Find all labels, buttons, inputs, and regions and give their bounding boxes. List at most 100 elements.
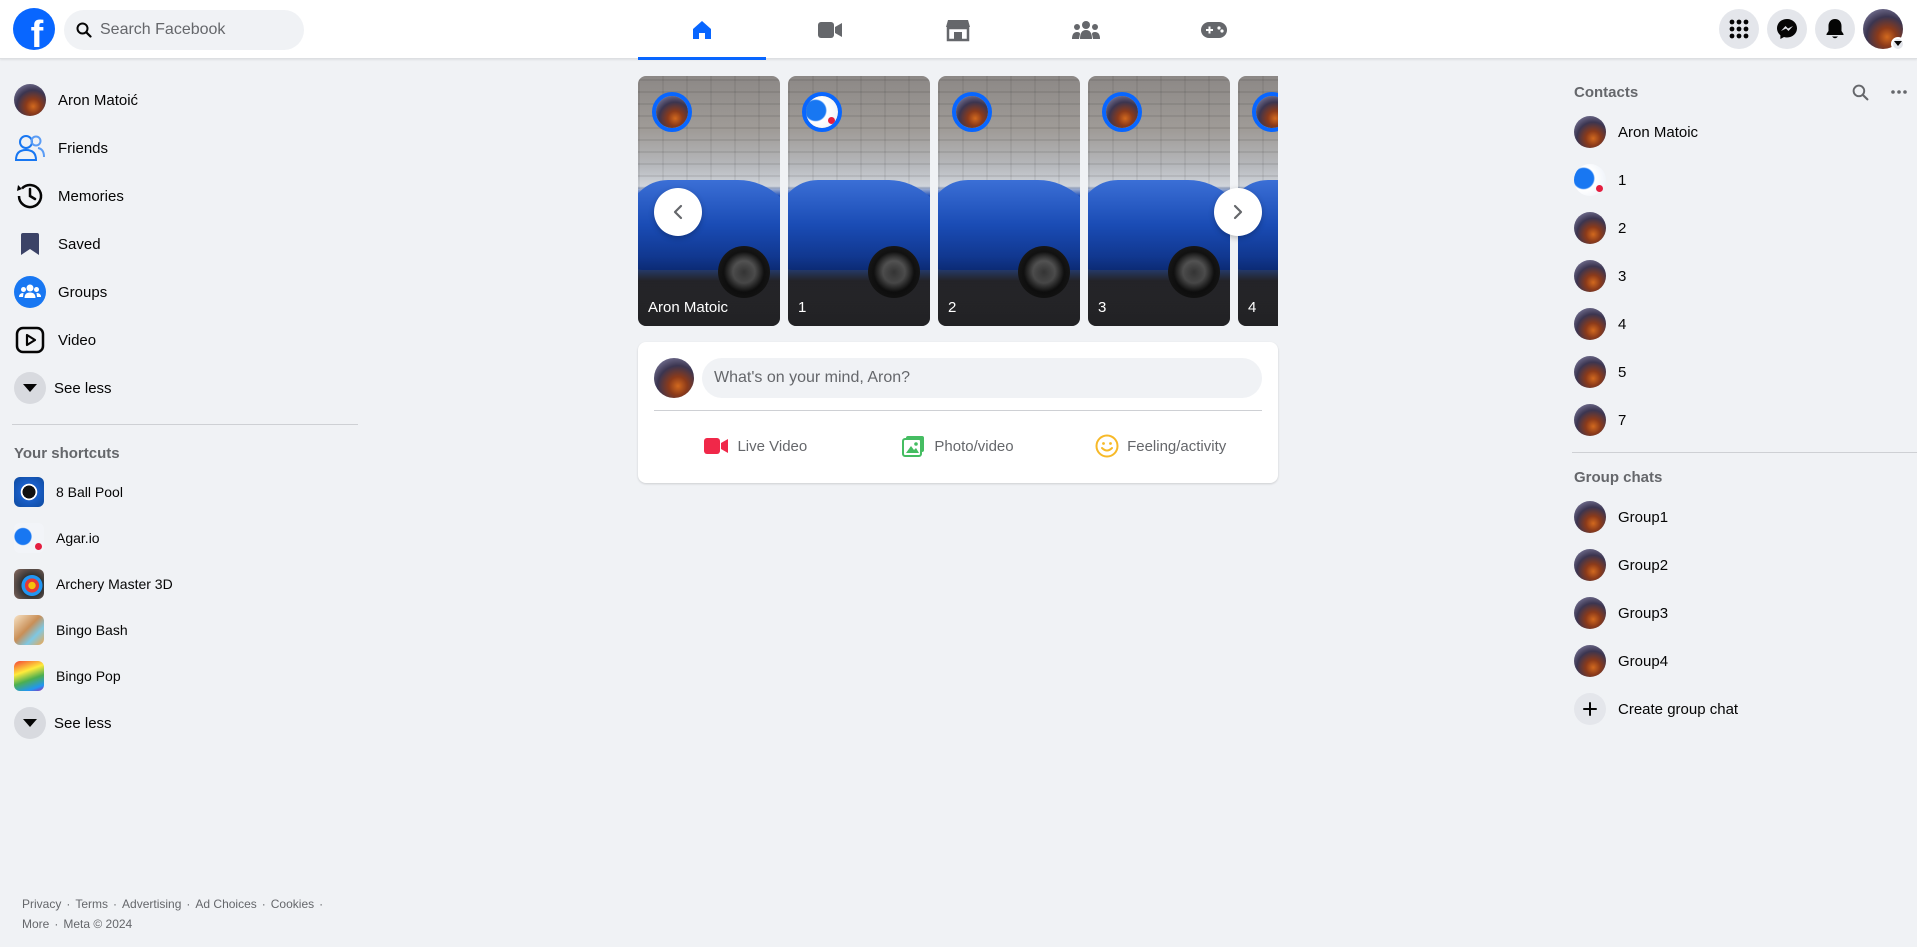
contact-name: 5 <box>1618 363 1627 381</box>
story-card[interactable]: 1 <box>788 76 930 326</box>
facebook-logo[interactable]: f <box>13 8 55 50</box>
footer-link-advertising[interactable]: Advertising <box>122 897 181 911</box>
contacts-title: Contacts <box>1574 83 1639 101</box>
footer-link-cookies[interactable]: Cookies <box>271 897 314 911</box>
sidebar-item-groups[interactable]: Groups <box>8 268 360 316</box>
footer-link-privacy[interactable]: Privacy <box>22 897 61 911</box>
home-icon <box>693 20 711 39</box>
contact-avatar <box>1574 260 1606 292</box>
group-chat-item[interactable]: Group3 <box>1564 589 1917 637</box>
sidebar-item-friends[interactable]: Friends <box>8 124 360 172</box>
shortcuts-title: Your shortcuts <box>14 444 120 462</box>
contact-avatar <box>1574 356 1606 388</box>
contact-name: 3 <box>1618 267 1627 285</box>
tab-groups[interactable] <box>1022 0 1150 59</box>
shortcuts-see-less-button[interactable]: See less <box>8 699 360 747</box>
composer-avatar[interactable] <box>654 358 694 398</box>
story-avatar <box>1102 92 1142 132</box>
saved-icon <box>14 228 46 260</box>
feeling-activity-button[interactable]: Feeling/activity <box>1059 418 1262 474</box>
account-avatar-button[interactable] <box>1863 9 1905 51</box>
notifications-icon <box>1826 19 1844 39</box>
contact-name: 7 <box>1618 411 1627 429</box>
story-card[interactable]: 2 <box>938 76 1080 326</box>
menu-button[interactable] <box>1719 9 1759 49</box>
search-icon <box>76 22 92 38</box>
contact-item[interactable]: 4 <box>1564 300 1917 348</box>
search-input[interactable] <box>100 21 280 39</box>
group-chat-avatar <box>1574 645 1606 677</box>
plus-icon <box>1574 693 1606 725</box>
shortcut-bingo-bash[interactable]: Bingo Bash <box>8 607 360 653</box>
video-icon <box>14 324 46 356</box>
live-video-label: Live Video <box>737 437 808 455</box>
group-chats-title: Group chats <box>1574 468 1663 486</box>
feeling-icon <box>1095 434 1119 458</box>
contact-avatar <box>1574 212 1606 244</box>
menu-grid-icon <box>1729 19 1749 39</box>
sidebar-item-video[interactable]: Video <box>8 316 360 364</box>
contact-avatar <box>1574 116 1606 148</box>
shortcut-bingo-pop[interactable]: Bingo Pop <box>8 653 360 699</box>
more-options-icon[interactable] <box>1891 90 1907 94</box>
contact-item[interactable]: 2 <box>1564 204 1917 252</box>
tab-video[interactable] <box>766 0 894 59</box>
group-chat-item[interactable]: Group1 <box>1564 493 1917 541</box>
contact-name: Aron Matoic <box>1618 123 1699 141</box>
tab-marketplace[interactable] <box>894 0 1022 59</box>
contacts-header: Contacts <box>1564 76 1917 108</box>
footer-link-more[interactable]: More <box>22 917 49 931</box>
sidebar-item-memories[interactable]: Memories <box>8 172 360 220</box>
sidebar-item-label: Aron Matoić <box>58 91 139 109</box>
group-chat-item[interactable]: Group2 <box>1564 541 1917 589</box>
header-actions <box>1719 9 1905 51</box>
notifications-button[interactable] <box>1815 9 1855 49</box>
photo-video-label: Photo/video <box>934 437 1014 455</box>
footer-copyright: Meta © 2024 <box>63 917 133 931</box>
contact-name: 4 <box>1618 315 1627 333</box>
footer-link-ad-choices[interactable]: Ad Choices <box>195 897 256 911</box>
live-video-button[interactable]: Live Video <box>654 418 857 474</box>
group-chat-item[interactable]: Group4 <box>1564 637 1917 685</box>
story-avatar <box>952 92 992 132</box>
chevron-down-icon <box>1891 37 1905 51</box>
stories-next-button[interactable] <box>1214 188 1262 236</box>
footer-link-terms[interactable]: Terms <box>75 897 108 911</box>
contact-item[interactable]: 7 <box>1564 396 1917 444</box>
shortcut-archery-master-3d[interactable]: Archery Master 3D <box>8 561 360 607</box>
sidebar-item-label: Memories <box>58 187 124 205</box>
composer-input[interactable]: What's on your mind, Aron? <box>702 358 1262 398</box>
tab-gaming[interactable] <box>1150 0 1278 59</box>
stories-prev-button[interactable] <box>654 188 702 236</box>
sidebar-item-profile[interactable]: Aron Matoić <box>8 76 360 124</box>
messenger-button[interactable] <box>1767 9 1807 49</box>
main-nav-tabs <box>638 0 1278 60</box>
contact-item[interactable]: 5 <box>1564 348 1917 396</box>
shortcut-agario[interactable]: Agar.io <box>8 515 360 561</box>
story-card[interactable]: 3 <box>1088 76 1230 326</box>
tab-home[interactable] <box>638 0 766 60</box>
right-sidebar: Contacts Aron Matoic 1 2 3 4 5 7 Group c… <box>1564 76 1917 733</box>
8-ball-pool-icon <box>14 477 44 507</box>
contact-item[interactable]: Aron Matoic <box>1564 108 1917 156</box>
group-chat-name: Group4 <box>1618 652 1669 670</box>
story-name: Aron Matoic <box>648 299 729 316</box>
shortcut-label: Bingo Bash <box>56 622 128 638</box>
contact-item[interactable]: 3 <box>1564 252 1917 300</box>
photo-video-button[interactable]: Photo/video <box>857 418 1060 474</box>
sidebar-item-label: Friends <box>58 139 109 157</box>
contact-avatar <box>1574 164 1606 196</box>
video-icon <box>818 21 842 38</box>
see-less-button[interactable]: See less <box>8 364 360 412</box>
story-avatar <box>652 92 692 132</box>
chevron-left-icon <box>673 204 683 220</box>
footer-separator: · <box>54 917 59 931</box>
search-icon[interactable] <box>1852 84 1869 101</box>
shortcut-8-ball-pool[interactable]: 8 Ball Pool <box>8 469 360 515</box>
create-group-chat-button[interactable]: Create group chat <box>1564 685 1917 733</box>
sidebar-item-saved[interactable]: Saved <box>8 220 360 268</box>
contact-item[interactable]: 1 <box>1564 156 1917 204</box>
story-name: 1 <box>798 299 807 316</box>
search-box[interactable] <box>64 10 304 50</box>
bingo-bash-icon <box>14 615 44 645</box>
